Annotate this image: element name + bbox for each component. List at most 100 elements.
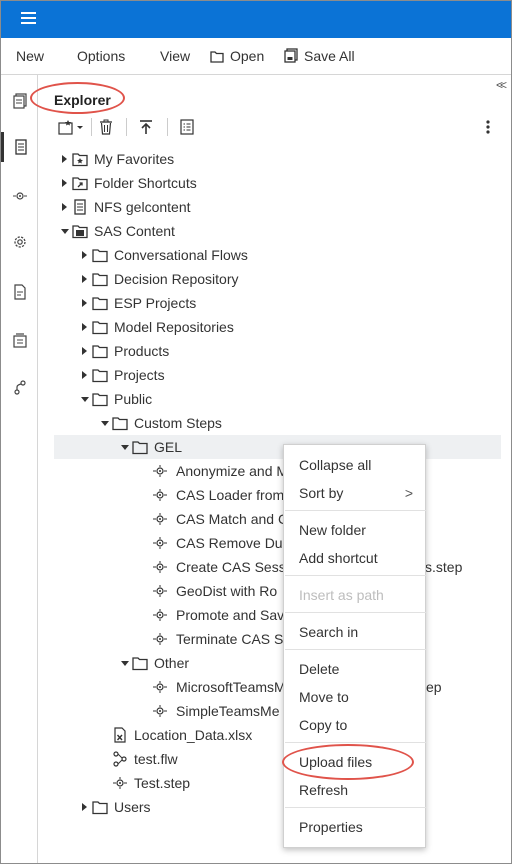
favorites-folder-icon	[72, 153, 88, 167]
step-icon	[153, 585, 167, 597]
step-icon	[153, 537, 167, 549]
tree-item-folder-shortcuts[interactable]: Folder Shortcuts	[0, 171, 500, 195]
folder-open-icon	[132, 657, 148, 671]
collapse-arrow-icon[interactable]	[121, 445, 129, 450]
tree-label: CAS Loader from	[176, 487, 285, 503]
menu-view[interactable]: View	[160, 48, 190, 64]
ctx-sort-by-label: Sort by	[299, 485, 344, 501]
open-button[interactable]: Open	[210, 48, 264, 64]
tree-label: Public	[114, 391, 153, 407]
step-icon	[153, 513, 167, 525]
menu-divider	[285, 807, 426, 808]
context-menu: Collapse all Sort by > New folder Add sh…	[283, 444, 426, 848]
collapse-arrow-icon[interactable]	[101, 421, 109, 426]
tree-label-suffix: ep	[426, 679, 442, 695]
ctx-properties[interactable]: Properties	[284, 815, 425, 839]
properties-list-icon[interactable]	[180, 118, 194, 136]
shortcut-folder-icon	[72, 177, 88, 191]
menu-options[interactable]: Options	[77, 48, 125, 64]
collapse-panel-icon[interactable]: <<	[496, 78, 507, 92]
menu-divider	[285, 510, 426, 511]
ctx-search-in[interactable]: Search in	[284, 620, 425, 644]
tree-item-my-favorites[interactable]: My Favorites	[0, 147, 500, 171]
expand-arrow-icon[interactable]	[62, 155, 67, 163]
folder-open-icon	[112, 417, 128, 431]
folder-icon	[92, 273, 108, 287]
tree-item-custom-steps[interactable]: Custom Steps	[0, 411, 500, 435]
menu-divider	[285, 575, 426, 576]
tree-label: Conversational Flows	[114, 247, 248, 263]
flow-file-icon	[113, 751, 127, 767]
tree-item-public[interactable]: Public	[0, 387, 500, 411]
tree-label: Decision Repository	[114, 271, 239, 287]
ctx-sort-by[interactable]: Sort by >	[284, 481, 425, 505]
tree-item-decision-repository[interactable]: Decision Repository	[0, 267, 500, 291]
collapse-arrow-icon[interactable]	[121, 661, 129, 666]
expand-arrow-icon[interactable]	[62, 179, 67, 187]
tree-item-projects[interactable]: Projects	[0, 363, 500, 387]
save-all-icon	[284, 48, 298, 63]
folder-open-icon	[92, 393, 108, 407]
tree-label: My Favorites	[94, 151, 175, 167]
tree-label: Location_Data.xlsx	[134, 727, 253, 743]
tree-item-sas-content[interactable]: SAS Content	[0, 219, 500, 243]
tree-label: NFS gelcontent	[94, 199, 191, 215]
hamburger-menu-icon[interactable]	[21, 12, 36, 26]
expand-arrow-icon[interactable]	[82, 251, 87, 259]
tree-label: GEL	[154, 439, 183, 455]
tree-label: Test.step	[134, 775, 191, 791]
tree-label: Other	[154, 655, 190, 671]
tree-item-gel-selected[interactable]: GEL	[54, 435, 501, 459]
collapse-arrow-icon[interactable]	[61, 229, 69, 234]
chevron-right-icon: >	[404, 485, 413, 501]
open-label: Open	[230, 48, 265, 64]
new-item-icon[interactable]	[58, 118, 84, 136]
step-icon	[113, 777, 127, 789]
ctx-refresh[interactable]: Refresh	[284, 778, 425, 802]
tree-label: ESP Projects	[114, 295, 197, 311]
ctx-new-folder[interactable]: New folder	[284, 518, 425, 542]
tree-label: SimpleTeamsMe	[176, 703, 280, 719]
ctx-upload-files[interactable]: Upload files	[284, 750, 425, 774]
tree-item-conversational-flows[interactable]: Conversational Flows	[0, 243, 500, 267]
expand-arrow-icon[interactable]	[82, 275, 87, 283]
tree-label: Create CAS Sess	[176, 559, 286, 575]
tree-item-products[interactable]: Products	[0, 339, 500, 363]
expand-arrow-icon[interactable]	[82, 347, 87, 355]
step-icon	[153, 609, 167, 621]
menu-new[interactable]: New	[16, 48, 44, 64]
delete-trash-icon[interactable]	[99, 118, 113, 136]
expand-arrow-icon[interactable]	[82, 299, 87, 307]
tree-item-esp-projects[interactable]: ESP Projects	[0, 291, 500, 315]
save-all-label: Save All	[304, 48, 355, 64]
save-all-button[interactable]: Save All	[284, 48, 355, 64]
tree-label: Products	[114, 343, 170, 359]
ctx-add-shortcut[interactable]: Add shortcut	[284, 546, 425, 570]
expand-arrow-icon[interactable]	[82, 803, 87, 811]
ctx-move-to[interactable]: Move to	[284, 685, 425, 709]
sidebar-open-item-icon[interactable]	[1, 86, 38, 116]
upload-icon[interactable]	[139, 118, 153, 136]
step-icon	[153, 465, 167, 477]
expand-arrow-icon[interactable]	[82, 371, 87, 379]
panel-title: Explorer	[54, 92, 111, 108]
folder-icon	[92, 297, 108, 311]
content-server-icon	[72, 225, 88, 239]
step-icon	[153, 561, 167, 573]
tree-label: Folder Shortcuts	[94, 175, 197, 191]
tree-item-model-repositories[interactable]: Model Repositories	[0, 315, 500, 339]
ctx-collapse-all[interactable]: Collapse all	[284, 453, 425, 477]
expand-arrow-icon[interactable]	[82, 323, 87, 331]
expand-arrow-icon[interactable]	[62, 203, 67, 211]
collapse-arrow-icon[interactable]	[81, 397, 89, 402]
menu-bar: New Options View Open Save All	[1, 38, 511, 75]
more-options-icon[interactable]	[486, 118, 490, 136]
folder-open-icon	[210, 51, 224, 63]
tree-label: MicrosoftTeamsM	[176, 679, 286, 695]
tree-item-nfs-gelcontent[interactable]: NFS gelcontent	[0, 195, 500, 219]
ctx-copy-to[interactable]: Copy to	[284, 713, 425, 737]
folder-icon	[92, 321, 108, 335]
ctx-delete[interactable]: Delete	[284, 657, 425, 681]
ctx-insert-as-path: Insert as path	[299, 587, 384, 603]
tree-label: test.flw	[134, 751, 178, 767]
